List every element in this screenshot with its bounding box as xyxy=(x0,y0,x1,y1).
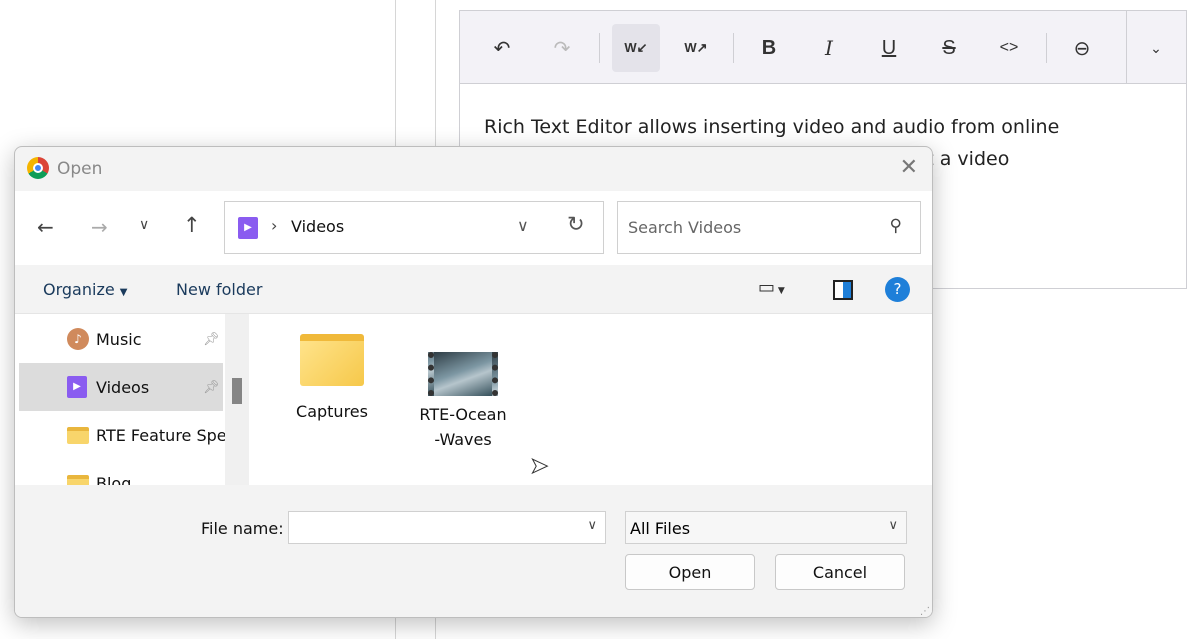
breadcrumb[interactable]: Videos xyxy=(291,217,344,236)
breadcrumb-chevron-icon: › xyxy=(271,216,277,235)
nav-scrollbar[interactable] xyxy=(225,314,249,485)
search-input[interactable]: Search Videos xyxy=(628,218,741,237)
pin-icon[interactable]: 📌︎ xyxy=(203,380,220,395)
forward-icon[interactable]: → xyxy=(91,215,108,239)
dialog-title: Open xyxy=(57,159,102,179)
up-icon[interactable]: ↑ xyxy=(183,213,201,237)
file-name: -Waves xyxy=(413,427,513,452)
more-chevron-icon[interactable]: ⌄ xyxy=(1132,24,1180,72)
search-icon[interactable]: ⚲ xyxy=(890,216,902,236)
folder-icon xyxy=(67,427,89,444)
view-options-icon[interactable]: ▭ ▼ xyxy=(758,277,785,298)
italic-icon[interactable]: I xyxy=(805,24,853,72)
file-type-select[interactable]: All Files ∨ xyxy=(625,511,907,544)
music-icon: ♪ xyxy=(67,328,89,350)
file-name-label: File name: xyxy=(201,519,284,538)
file-name-dropdown-icon[interactable]: ∨ xyxy=(587,518,597,533)
refresh-icon[interactable]: ↻ xyxy=(567,212,585,236)
dialog-footer: File name: ∨ All Files ∨ Open Cancel ⋰ xyxy=(15,485,932,617)
video-thumbnail-icon xyxy=(428,352,498,396)
address-bar[interactable]: ▶ › Videos ∨ ↻ xyxy=(224,201,604,254)
help-icon[interactable]: ? xyxy=(885,277,910,302)
organize-button[interactable]: Organize ▼ xyxy=(43,280,127,299)
file-browser: ♪ Music 📌︎ ▶ Videos 📌︎ RTE Feature Spec … xyxy=(15,314,932,485)
separator xyxy=(1046,33,1047,63)
nav-item-music[interactable]: ♪ Music 📌︎ xyxy=(19,315,223,363)
videos-icon: ▶ xyxy=(67,376,87,398)
nav-label: Music xyxy=(96,330,142,349)
file-name: RTE-Ocean xyxy=(413,402,513,427)
underline-icon[interactable]: U xyxy=(865,24,913,72)
back-icon[interactable]: ← xyxy=(37,215,54,239)
file-item-captures[interactable]: Captures xyxy=(282,334,382,421)
file-type-value: All Files xyxy=(630,519,690,538)
nav-item-videos[interactable]: ▶ Videos 📌︎ xyxy=(19,363,223,411)
separator xyxy=(733,33,734,63)
file-item-rte-ocean-waves[interactable]: RTE-Ocean -Waves xyxy=(413,334,513,452)
chrome-icon xyxy=(27,157,49,179)
open-file-dialog: Open ✕ ← → ∨ ↑ ▶ › Videos ∨ ↻ Search Vid… xyxy=(14,146,933,618)
close-icon[interactable]: ✕ xyxy=(900,155,918,180)
bold-icon[interactable]: B xyxy=(745,24,793,72)
videos-icon: ▶ xyxy=(238,217,258,239)
editor-toolbar: ↶ ↷ W↙ W↗ B I U S <> ⊖ ⌄ xyxy=(460,11,1186,84)
scrollbar-thumb[interactable] xyxy=(232,378,242,404)
navigation-bar: ← → ∨ ↑ ▶ › Videos ∨ ↻ Search Videos ⚲ xyxy=(15,191,932,265)
file-name-input[interactable]: ∨ xyxy=(288,511,606,544)
pin-icon[interactable]: 📌︎ xyxy=(203,332,220,347)
export-word-icon[interactable]: W↗ xyxy=(672,24,720,72)
open-button[interactable]: Open xyxy=(625,554,755,590)
title-bar: Open ✕ xyxy=(15,147,932,191)
editor-line: Rich Text Editor allows inserting video … xyxy=(484,111,1059,143)
separator xyxy=(599,33,600,63)
strikethrough-icon[interactable]: S xyxy=(925,24,973,72)
link-icon[interactable]: ⊖ xyxy=(1058,24,1106,72)
new-folder-button[interactable]: New folder xyxy=(176,280,262,299)
nav-item-rte-feature-spec[interactable]: RTE Feature Spec xyxy=(19,411,225,459)
redo-icon[interactable]: ↷ xyxy=(538,24,586,72)
preview-pane-icon[interactable] xyxy=(833,280,853,300)
recent-chevron-icon[interactable]: ∨ xyxy=(139,217,149,233)
mouse-cursor-icon: ➤ xyxy=(530,454,548,479)
cancel-button[interactable]: Cancel xyxy=(775,554,905,590)
import-word-icon[interactable]: W↙ xyxy=(612,24,660,72)
organize-label: Organize xyxy=(43,280,115,299)
folder-icon xyxy=(300,334,364,386)
resize-grip-icon[interactable]: ⋰ xyxy=(920,606,930,617)
separator xyxy=(1126,11,1127,84)
nav-label: RTE Feature Spec xyxy=(96,426,225,445)
nav-label: Videos xyxy=(96,378,149,397)
address-dropdown-icon[interactable]: ∨ xyxy=(517,216,529,235)
file-type-dropdown-icon[interactable]: ∨ xyxy=(888,518,898,533)
undo-icon[interactable]: ↶ xyxy=(478,24,526,72)
code-icon[interactable]: <> xyxy=(985,24,1033,72)
file-name: Captures xyxy=(282,402,382,421)
search-box[interactable]: Search Videos ⚲ xyxy=(617,201,921,254)
navigation-pane: ♪ Music 📌︎ ▶ Videos 📌︎ RTE Feature Spec … xyxy=(15,314,251,485)
command-bar: Organize ▼ New folder ▭ ▼ ? xyxy=(15,265,932,314)
